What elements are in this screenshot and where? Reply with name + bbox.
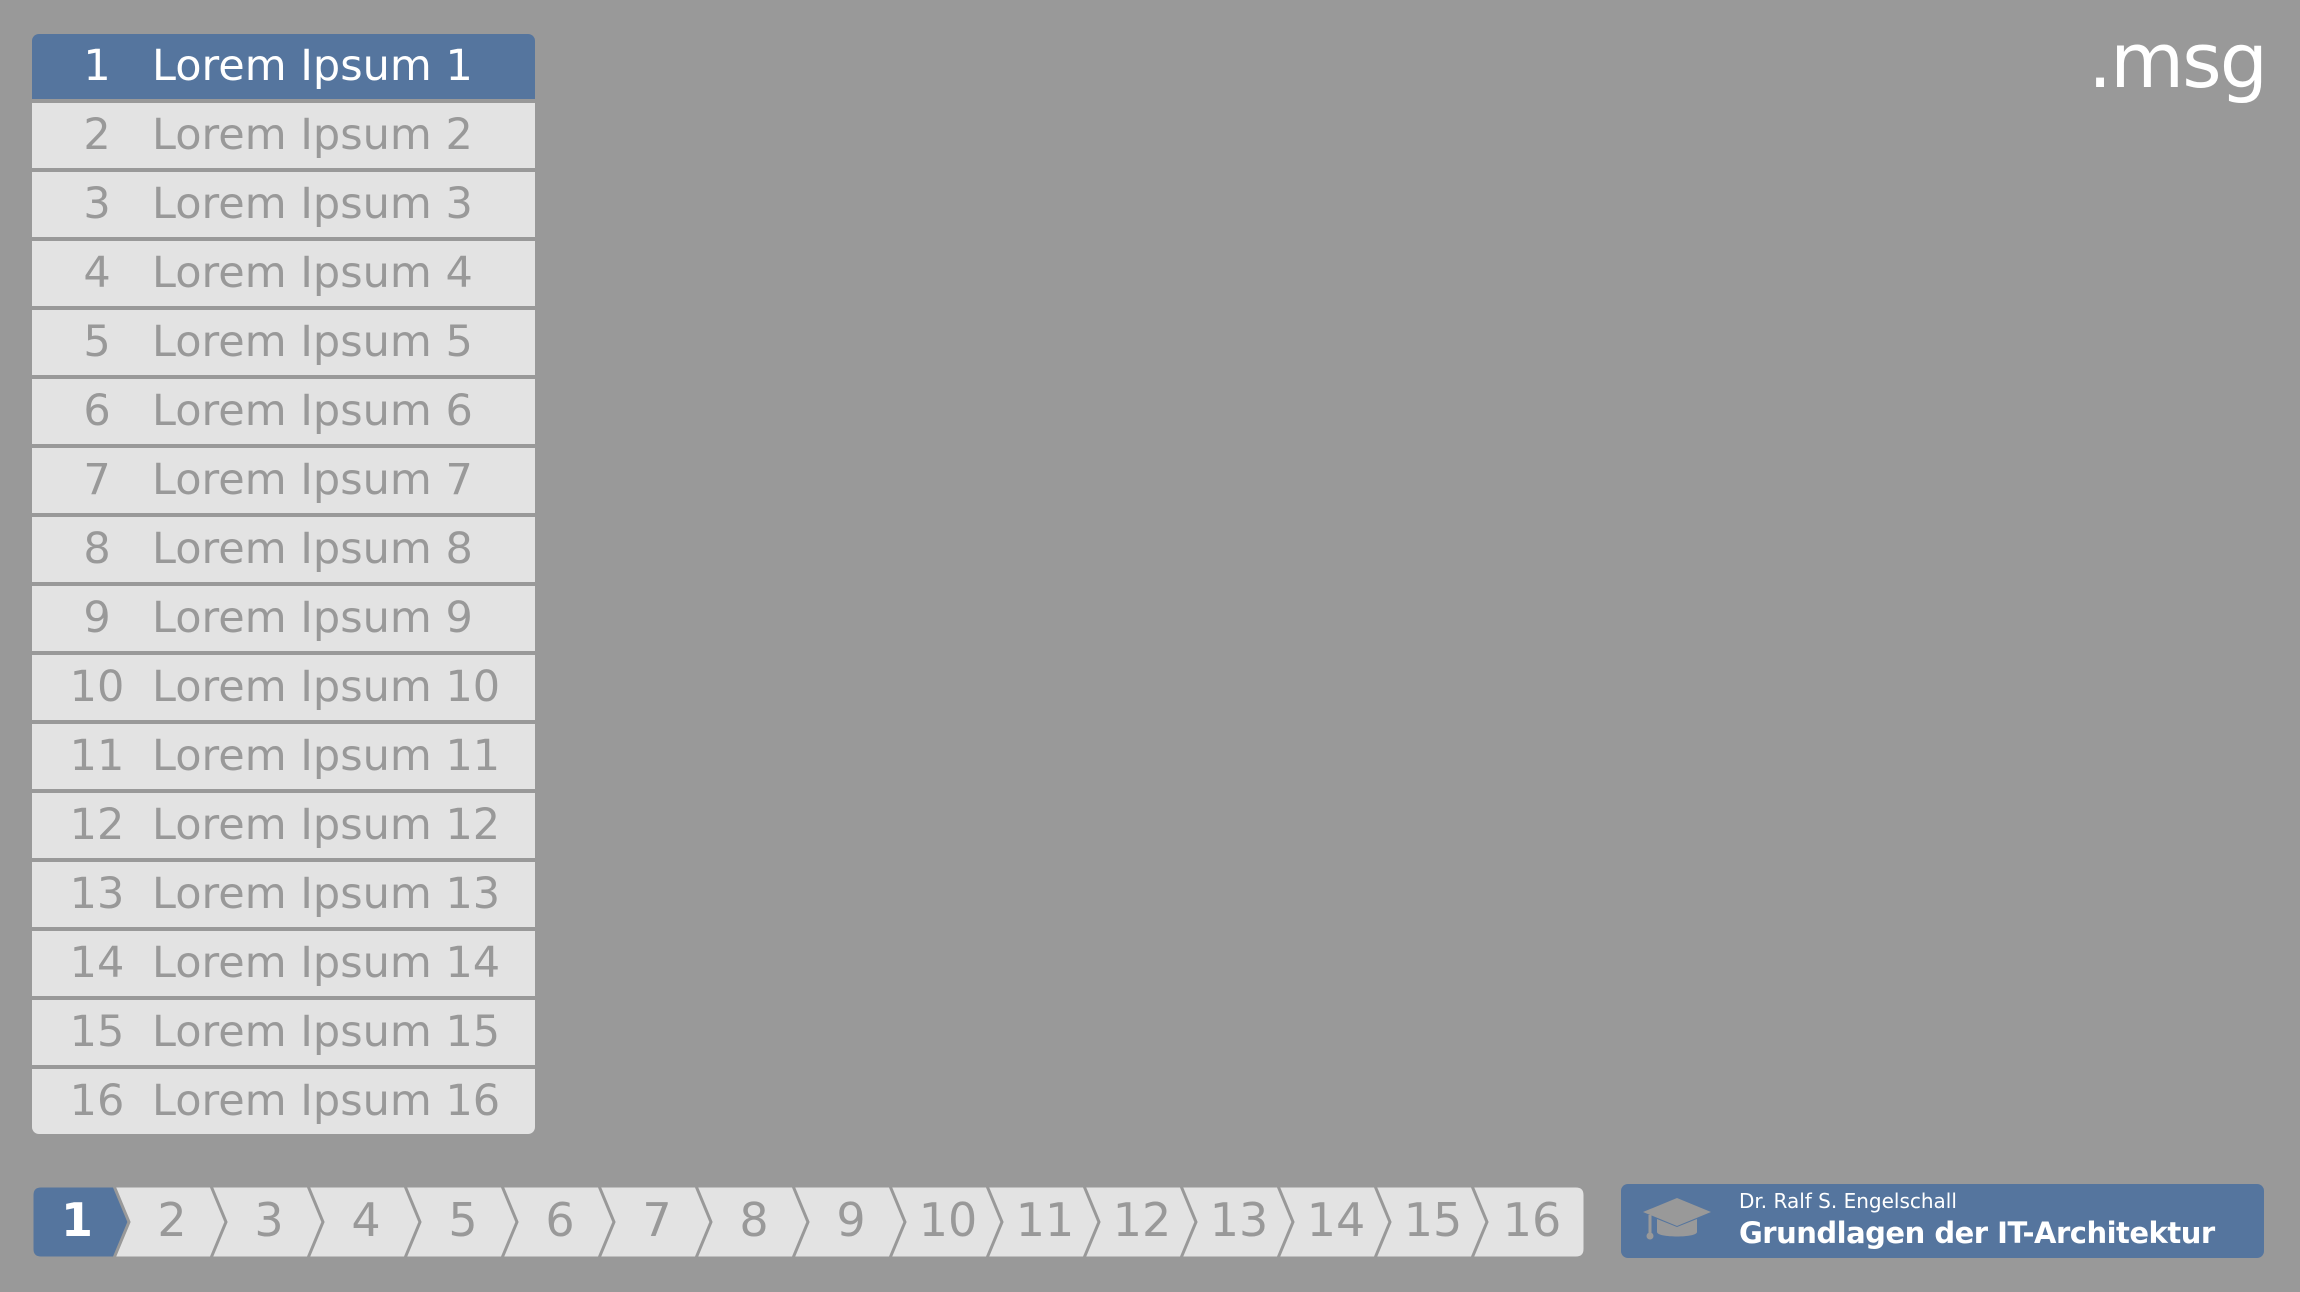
slide-tab-label: 10	[919, 1193, 978, 1247]
slide-tab-label: 11	[1016, 1193, 1075, 1247]
agenda-item-7[interactable]: 7 Lorem Ipsum 7	[32, 448, 535, 513]
agenda-item-label: Lorem Ipsum 9	[152, 593, 473, 643]
agenda-item-3[interactable]: 3 Lorem Ipsum 3	[32, 172, 535, 237]
agenda-item-label: Lorem Ipsum 1	[152, 41, 473, 91]
slide-navigator-tabs: 1 2 3 4 5 6 7 8 9 10 11 12 13 14 15 16	[32, 1186, 1584, 1258]
agenda-item-label: Lorem Ipsum 6	[152, 386, 473, 436]
agenda-item-label: Lorem Ipsum 11	[152, 731, 501, 781]
agenda-item-8[interactable]: 8 Lorem Ipsum 8	[32, 517, 535, 582]
slide-tab-5[interactable]: 5	[403, 1186, 520, 1258]
agenda-item-label: Lorem Ipsum 16	[152, 1076, 501, 1126]
agenda-item-number: 16	[69, 1076, 125, 1126]
agenda-item-number: 14	[69, 938, 125, 988]
agenda-item-16[interactable]: 16 Lorem Ipsum 16	[32, 1069, 535, 1134]
agenda-item-number: 12	[69, 800, 125, 850]
course-title: Grundlagen der IT-Architektur	[1739, 1216, 2215, 1250]
agenda-item-label: Lorem Ipsum 7	[152, 455, 473, 505]
slide-tab-label: 2	[157, 1193, 186, 1247]
slide-tab-label: 6	[545, 1193, 574, 1247]
slide-tab-13[interactable]: 13	[1179, 1186, 1296, 1258]
slide-tab-8[interactable]: 8	[694, 1186, 811, 1258]
agenda-item-14[interactable]: 14 Lorem Ipsum 14	[32, 931, 535, 996]
slide-tab-15[interactable]: 15	[1373, 1186, 1490, 1258]
slide-tab-10[interactable]: 10	[888, 1186, 1005, 1258]
agenda-item-15[interactable]: 15 Lorem Ipsum 15	[32, 1000, 535, 1065]
agenda-item-number: 15	[69, 1007, 125, 1057]
agenda-item-5[interactable]: 5 Lorem Ipsum 5	[32, 310, 535, 375]
agenda-item-label: Lorem Ipsum 14	[152, 938, 501, 988]
agenda-item-number: 5	[83, 317, 111, 367]
agenda-item-label: Lorem Ipsum 5	[152, 317, 473, 367]
msg-logo: .msg	[2087, 16, 2268, 105]
agenda-item-label: Lorem Ipsum 3	[152, 179, 473, 229]
course-info-box: Dr. Ralf S. Engelschall Grundlagen der I…	[1621, 1184, 2264, 1258]
agenda-item-9[interactable]: 9 Lorem Ipsum 9	[32, 586, 535, 651]
slide-tab-label: 8	[739, 1193, 768, 1247]
slide-tab-label: 16	[1503, 1193, 1562, 1247]
agenda-item-number: 9	[83, 593, 111, 643]
slide-tab-1[interactable]: 1	[32, 1186, 132, 1258]
course-author: Dr. Ralf S. Engelschall	[1739, 1189, 1957, 1213]
slide-tab-11[interactable]: 11	[985, 1186, 1102, 1258]
agenda-item-number: 1	[83, 41, 111, 91]
slide-tab-6[interactable]: 6	[500, 1186, 617, 1258]
agenda-item-number: 11	[69, 731, 125, 781]
agenda-item-13[interactable]: 13 Lorem Ipsum 13	[32, 862, 535, 927]
agenda-item-4[interactable]: 4 Lorem Ipsum 4	[32, 241, 535, 306]
slide-tab-label: 7	[642, 1193, 671, 1247]
slide-tab-9[interactable]: 9	[791, 1186, 908, 1258]
agenda-item-11[interactable]: 11 Lorem Ipsum 11	[32, 724, 535, 789]
agenda-item-number: 6	[83, 386, 111, 436]
agenda-item-number: 13	[69, 869, 125, 919]
slide-tab-label: 12	[1113, 1193, 1172, 1247]
slide-tab-12[interactable]: 12	[1082, 1186, 1199, 1258]
slide-tab-label: 15	[1404, 1193, 1463, 1247]
slide-tab-3[interactable]: 3	[209, 1186, 326, 1258]
agenda-item-label: Lorem Ipsum 10	[152, 662, 501, 712]
slide-tab-label: 5	[448, 1193, 477, 1247]
slide-tab-label: 4	[351, 1193, 380, 1247]
slide-tab-label: 14	[1307, 1193, 1366, 1247]
slide-tab-label: 1	[61, 1193, 93, 1247]
slide-tab-4[interactable]: 4	[306, 1186, 423, 1258]
graduation-cap-icon	[1643, 1198, 1711, 1240]
slide-navigator: 1 2 3 4 5 6 7 8 9 10 11 12 13 14 15 16	[32, 1186, 1584, 1258]
slide-tab-label: 13	[1210, 1193, 1269, 1247]
agenda-item-label: Lorem Ipsum 4	[152, 248, 473, 298]
agenda-list: 1 Lorem Ipsum 1 2 Lorem Ipsum 2 3 Lorem Ipsum…	[32, 34, 535, 1134]
agenda-item-number: 8	[83, 524, 111, 574]
agenda-item-6[interactable]: 6 Lorem Ipsum 6	[32, 379, 535, 444]
agenda-item-2[interactable]: 2 Lorem Ipsum 2	[32, 103, 535, 168]
agenda-item-number: 10	[69, 662, 125, 712]
slide-tab-7[interactable]: 7	[597, 1186, 714, 1258]
agenda-item-label: Lorem Ipsum 2	[152, 110, 473, 160]
slide-tab-14[interactable]: 14	[1276, 1186, 1393, 1258]
agenda-item-label: Lorem Ipsum 15	[152, 1007, 501, 1057]
slide-tab-16[interactable]: 16	[1470, 1186, 1584, 1258]
agenda-item-10[interactable]: 10 Lorem Ipsum 10	[32, 655, 535, 720]
agenda-item-1[interactable]: 1 Lorem Ipsum 1	[32, 34, 535, 99]
slide-tab-2[interactable]: 2	[112, 1186, 229, 1258]
agenda-item-label: Lorem Ipsum 12	[152, 800, 501, 850]
slide-tab-label: 9	[836, 1193, 865, 1247]
agenda-item-number: 3	[83, 179, 111, 229]
agenda-item-12[interactable]: 12 Lorem Ipsum 12	[32, 793, 535, 858]
agenda-item-number: 4	[83, 248, 111, 298]
agenda-item-number: 2	[83, 110, 111, 160]
slide-tab-label: 3	[254, 1193, 283, 1247]
agenda-item-label: Lorem Ipsum 13	[152, 869, 501, 919]
agenda-item-number: 7	[83, 455, 111, 505]
agenda-item-label: Lorem Ipsum 8	[152, 524, 473, 574]
